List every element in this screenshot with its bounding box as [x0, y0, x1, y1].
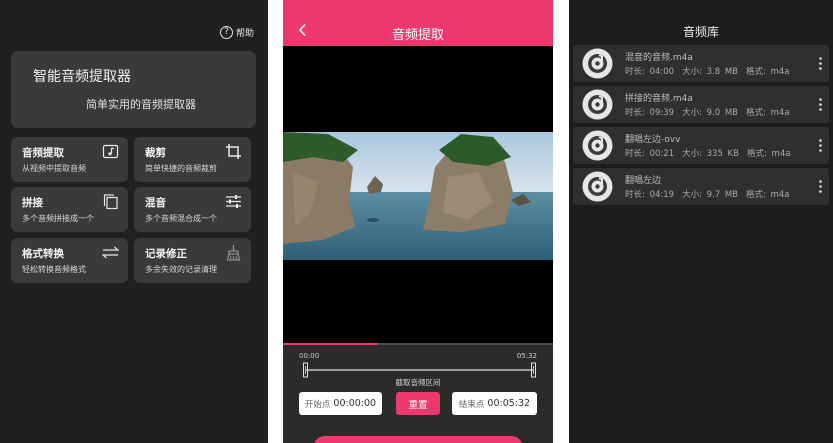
- audio-name: 翻唱左边: [625, 176, 662, 186]
- card-record-fix[interactable]: 记录修正 多余失效的记录清理: [134, 238, 251, 283]
- card-title: 音频提取: [22, 147, 64, 159]
- audio-format: 格式: m4a: [746, 190, 790, 200]
- timeline-start-label: 00:00: [299, 352, 320, 360]
- audio-meta: 时长: 04:00 大小: 3.8 MB 格式: m4a: [625, 65, 797, 77]
- screen-title: 音频库: [682, 25, 719, 39]
- card-title: 拼接: [22, 197, 43, 209]
- more-vertical-icon[interactable]: [819, 180, 822, 193]
- app-bar: 音频提取: [283, 0, 553, 46]
- swap-arrows-icon: [102, 246, 119, 259]
- music-note-icon: [102, 144, 119, 159]
- audio-size: 大小: 9.7 MB: [682, 190, 739, 200]
- help-label: 帮助: [235, 29, 254, 39]
- list-item[interactable]: 混音的音频.m4a 时长: 04:00 大小: 3.8 MB 格式: m4a: [573, 45, 829, 82]
- audio-disc-icon: [582, 89, 613, 120]
- card-title: 格式转换: [22, 248, 64, 260]
- hero-title: 智能音频提取器: [33, 69, 131, 85]
- audio-duration: 时长: 09:39: [625, 108, 675, 118]
- audio-size: 大小: 335 KB: [682, 149, 739, 159]
- more-vertical-icon[interactable]: [819, 139, 822, 152]
- card-subtitle: 多个音频混合成一个: [145, 214, 217, 223]
- audio-name: 混音的音频.m4a: [625, 53, 693, 63]
- audio-disc-icon: [582, 171, 613, 202]
- end-point-value: 00:05:32: [487, 398, 531, 409]
- card-crop[interactable]: 裁剪 简单快捷的音频裁剪: [134, 137, 251, 182]
- start-point-label: 开始点: [304, 399, 331, 410]
- card-audio-extract[interactable]: 音频提取 从视频中提取音频: [11, 137, 128, 182]
- card-title: 裁剪: [145, 147, 166, 159]
- card-merge[interactable]: 拼接 多个音频拼接成一个: [11, 187, 128, 232]
- card-subtitle: 简单快捷的音频裁剪: [145, 164, 217, 173]
- broom-icon: [226, 245, 241, 261]
- start-point-value: 00:00:00: [333, 398, 377, 409]
- help-button[interactable]: ? 帮助: [219, 26, 254, 39]
- audio-duration: 时长: 04:00: [625, 67, 675, 77]
- more-vertical-icon[interactable]: [819, 57, 822, 70]
- hero-subtitle: 简单实用的音频提取器: [86, 98, 196, 111]
- audio-size: 大小: 3.8 MB: [682, 67, 739, 77]
- hero-banner: 智能音频提取器 简单实用的音频提取器: [11, 51, 256, 128]
- audio-meta: 时长: 00:21 大小: 335 KB 格式: m4a: [625, 147, 798, 159]
- card-mix[interactable]: 混音 多个音频混合成一个: [134, 187, 251, 232]
- home-screen: ? 帮助 智能音频提取器 简单实用的音频提取器 音频提取 从视频中提取音频 裁剪…: [0, 0, 268, 443]
- library-screen: 音频库 混音的音频.m4a 时长: 04:00 大小: 3.8 MB 格式: m4a…: [569, 0, 833, 443]
- timeline-end-label: 05:32: [516, 352, 537, 360]
- card-title: 记录修正: [145, 248, 187, 260]
- range-selector[interactable]: [303, 362, 536, 378]
- list-item[interactable]: 翻唱左边 时长: 04:19 大小: 9.7 MB 格式: m4a: [573, 168, 829, 205]
- extract-action-button[interactable]: [313, 436, 523, 443]
- card-subtitle: 多个音频拼接成一个: [22, 214, 94, 223]
- audio-disc-icon: [582, 48, 613, 79]
- card-subtitle: 轻松转换音频格式: [22, 265, 86, 274]
- start-point-field[interactable]: 开始点 00:00:00: [299, 392, 382, 415]
- screen-title: 音频提取: [391, 28, 444, 43]
- card-subtitle: 从视频中提取音频: [22, 164, 86, 173]
- range-label: 截取音频区间: [395, 378, 441, 387]
- question-icon: ?: [219, 26, 233, 39]
- audio-format: 格式: m4a: [746, 149, 791, 159]
- audio-disc-icon: [582, 130, 613, 161]
- extract-screen: 音频提取 00:00 05:32 截取音频区间 开始点 00:00:00 重置 …: [283, 0, 553, 443]
- card-format-convert[interactable]: 格式转换 轻松转换音频格式: [11, 238, 128, 283]
- audio-size: 大小: 9.0 MB: [682, 108, 739, 118]
- list-item[interactable]: 翻唱左边-ovv 时长: 00:21 大小: 335 KB 格式: m4a: [573, 127, 829, 164]
- card-subtitle: 多余失效的记录清理: [145, 265, 217, 274]
- sliders-icon: [226, 195, 241, 208]
- audio-format: 格式: m4a: [746, 67, 790, 77]
- list-item[interactable]: 拼接的音频.m4a 时长: 09:39 大小: 9.0 MB 格式: m4a: [573, 86, 829, 123]
- audio-format: 格式: m4a: [746, 108, 790, 118]
- audio-duration: 时长: 00:21: [625, 149, 675, 159]
- audio-meta: 时长: 09:39 大小: 9.0 MB 格式: m4a: [625, 106, 797, 118]
- audio-duration: 时长: 04:19: [625, 190, 675, 200]
- more-vertical-icon[interactable]: [819, 98, 822, 111]
- crop-icon: [226, 144, 241, 159]
- audio-name: 翻唱左边-ovv: [625, 135, 681, 145]
- reset-button[interactable]: 重置: [396, 392, 440, 415]
- end-point-field[interactable]: 结束点 00:05:32: [452, 392, 537, 415]
- video-preview[interactable]: [283, 46, 553, 344]
- card-title: 混音: [145, 197, 166, 209]
- copy-icon: [103, 194, 118, 210]
- end-point-label: 结束点: [458, 399, 485, 410]
- audio-meta: 时长: 04:19 大小: 9.7 MB 格式: m4a: [625, 188, 797, 200]
- video-frame-image: [283, 132, 553, 260]
- playback-progress-fill: [283, 343, 378, 345]
- audio-name: 拼接的音频.m4a: [625, 94, 693, 104]
- playback-progress-bar[interactable]: [283, 343, 553, 345]
